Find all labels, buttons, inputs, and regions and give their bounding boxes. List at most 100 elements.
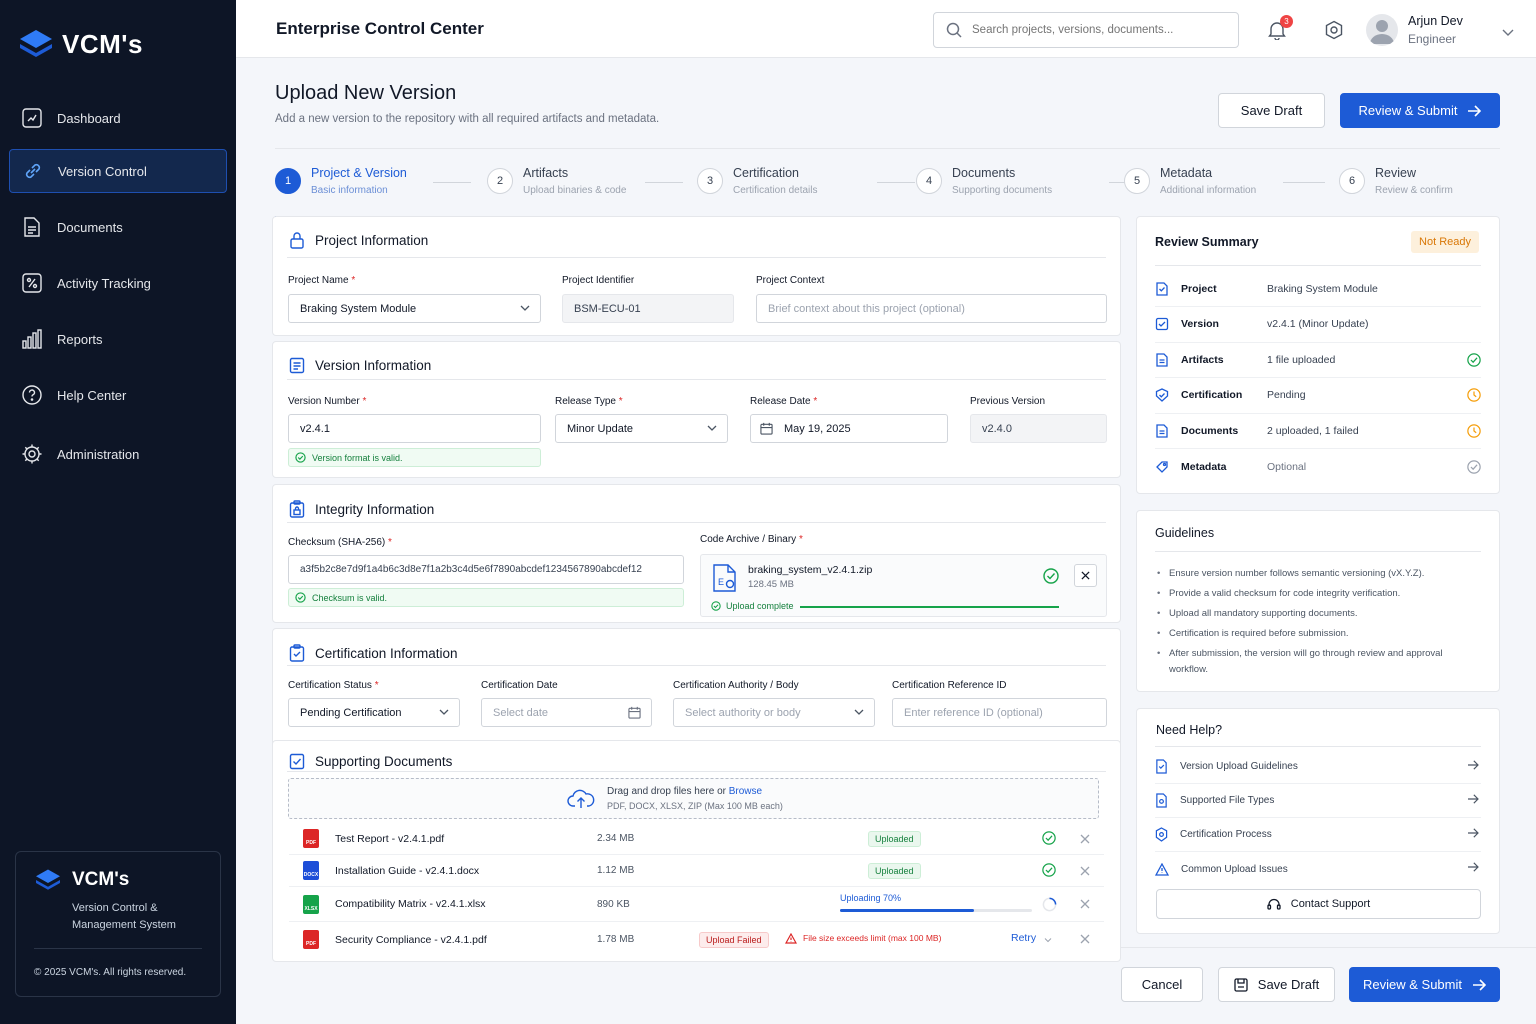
browse-link[interactable]: Browse [729, 786, 762, 797]
release-type-select[interactable]: Minor Update [555, 414, 728, 443]
step-certification[interactable]: 3 Certification Certification details [697, 166, 817, 196]
step-artifacts[interactable]: 2 Artifacts Upload binaries & code [487, 166, 626, 196]
summary-key: Metadata [1181, 461, 1227, 473]
help-link-upload-issues[interactable]: Common Upload Issues [1155, 852, 1481, 886]
contact-support-button[interactable]: Contact Support [1156, 889, 1481, 919]
label-text: Certification Status [288, 680, 372, 691]
settings-button[interactable] [1324, 20, 1344, 45]
save-draft-button[interactable]: Save Draft [1218, 93, 1325, 128]
chevron-down-icon[interactable] [1044, 937, 1052, 943]
document-name: Compatibility Matrix - v2.4.1.xlsx [335, 898, 486, 910]
step-metadata[interactable]: 5 Metadata Additional information [1124, 166, 1256, 196]
nav-label: Administration [57, 446, 140, 462]
drop-zone[interactable]: Drag and drop files here or Browse PDF, … [288, 778, 1099, 819]
step-number: 5 [1124, 168, 1150, 194]
cert-status-select[interactable]: Pending Certification [288, 698, 460, 727]
step-review[interactable]: 6 Review Review & confirm [1339, 166, 1453, 196]
activity-icon [22, 273, 42, 293]
loading-spinner-icon [1042, 897, 1057, 912]
step-number: 3 [697, 168, 723, 194]
step-subtitle: Basic information [311, 185, 388, 196]
footer-review-submit-button[interactable]: Review & Submit [1349, 967, 1500, 1002]
pdf-file-icon: PDF [303, 930, 319, 949]
summary-value: v2.4.1 (Minor Update) [1267, 318, 1369, 331]
nav-dashboard[interactable]: Dashboard [9, 96, 227, 140]
nav-activity-tracking[interactable]: Activity Tracking [9, 261, 227, 305]
version-info-card: Version Information Version Number * v2.… [272, 341, 1121, 478]
help-link-certification-process[interactable]: Certification Process [1155, 818, 1481, 852]
cert-date-input[interactable]: Select date [481, 698, 652, 727]
cert-authority-select[interactable]: Select authority or body [673, 698, 875, 727]
release-type-label: Release Type * [555, 396, 623, 407]
nav-help-center[interactable]: Help Center [9, 373, 227, 417]
card-title: Project Information [315, 232, 429, 248]
settings-icon [1325, 20, 1343, 40]
divider [287, 379, 1106, 380]
close-icon[interactable] [1080, 834, 1090, 844]
check-circle-icon [295, 592, 306, 603]
step-project-version[interactable]: 1 Project & Version Basic information [275, 166, 407, 196]
user-menu-toggle[interactable] [1502, 24, 1514, 42]
project-identifier-field: BSM-ECU-01 [562, 294, 734, 323]
step-subtitle: Upload binaries & code [523, 185, 627, 196]
project-context-label: Project Context [756, 275, 825, 286]
document-row: DOCX Installation Guide - v2.4.1.docx 1.… [289, 855, 1104, 887]
help-link-upload-guidelines[interactable]: Version Upload Guidelines [1155, 750, 1481, 784]
check-circle-icon [1467, 352, 1481, 367]
retry-button[interactable]: Retry [1011, 932, 1036, 944]
remove-archive-button[interactable] [1074, 564, 1097, 587]
project-name-select[interactable]: Braking System Module [288, 294, 541, 323]
search-input[interactable] [972, 24, 1212, 36]
review-submit-button[interactable]: Review & Submit [1340, 93, 1500, 128]
footer-save-draft-button[interactable]: Save Draft [1218, 967, 1335, 1002]
step-documents[interactable]: 4 Documents Supporting documents [916, 166, 1052, 196]
required-mark: * [618, 396, 623, 407]
review-submit-label: Review & Submit [1358, 103, 1458, 118]
document-size: 1.12 MB [597, 865, 635, 876]
select-value: Braking System Module [300, 302, 417, 315]
review-summary-card: Review Summary Not Ready Project Braking … [1136, 216, 1500, 494]
document-row: PDF Test Report - v2.4.1.pdf 2.34 MB Upl… [289, 823, 1104, 855]
warning-icon [785, 933, 797, 944]
close-icon[interactable] [1080, 934, 1090, 944]
avatar[interactable] [1366, 14, 1398, 46]
integrity-info-card: Integrity Information Checksum (SHA-256)… [272, 484, 1121, 623]
help-link-file-types[interactable]: Supported File Types [1155, 784, 1481, 818]
check-circle-icon [295, 452, 306, 463]
step-number: 1 [275, 168, 301, 194]
notifications-button[interactable]: 3 [1268, 15, 1293, 45]
dashboard-icon [22, 108, 42, 128]
brand-tagline: Version Control & Management System [72, 902, 176, 931]
review-submit-label: Review & Submit [1363, 977, 1462, 992]
contact-support-label: Contact Support [1290, 898, 1371, 910]
nav-administration[interactable]: Administration [9, 432, 227, 476]
date-placeholder: Select date [493, 706, 549, 719]
close-icon[interactable] [1080, 899, 1090, 909]
step-number: 4 [916, 168, 942, 194]
top-bar: Enterprise Control Center 3 Arjun Dev En… [236, 0, 1536, 58]
cancel-button[interactable]: Cancel [1121, 967, 1203, 1002]
project-context-input[interactable]: Brief context about this project (option… [756, 294, 1107, 323]
close-icon[interactable] [1080, 866, 1090, 876]
xlsx-file-icon: XLSX [303, 894, 319, 914]
cert-reference-input[interactable]: Enter reference ID (optional) [892, 698, 1107, 727]
nav-documents[interactable]: Documents [9, 205, 227, 249]
brand-logo[interactable]: VCM's [18, 28, 143, 60]
status-badge: Uploaded [868, 830, 921, 847]
step-connector [645, 182, 683, 183]
label-text: Project Name [288, 275, 349, 286]
checksum-input[interactable]: a3f5b2c8e7d9f1a4b6c3d8e7f1a2b3c4d5e6f789… [288, 555, 684, 584]
required-mark: * [798, 534, 803, 545]
summary-value: Optional [1267, 461, 1307, 473]
nav-reports[interactable]: Reports [9, 317, 227, 361]
logo-icon [20, 30, 52, 57]
nav-version-control[interactable]: Version Control [9, 149, 227, 193]
document-icon [1156, 759, 1167, 774]
step-connector [433, 182, 471, 183]
label-text: Checksum (SHA-256) [288, 537, 386, 548]
search-box[interactable] [933, 12, 1239, 48]
release-date-input[interactable]: May 19, 2025 [750, 414, 948, 443]
brand-card-name: VCM's [72, 869, 130, 890]
version-number-input[interactable]: v2.4.1 [288, 414, 541, 443]
sidebar: VCM's Dashboard Version Control Document… [0, 0, 236, 1024]
